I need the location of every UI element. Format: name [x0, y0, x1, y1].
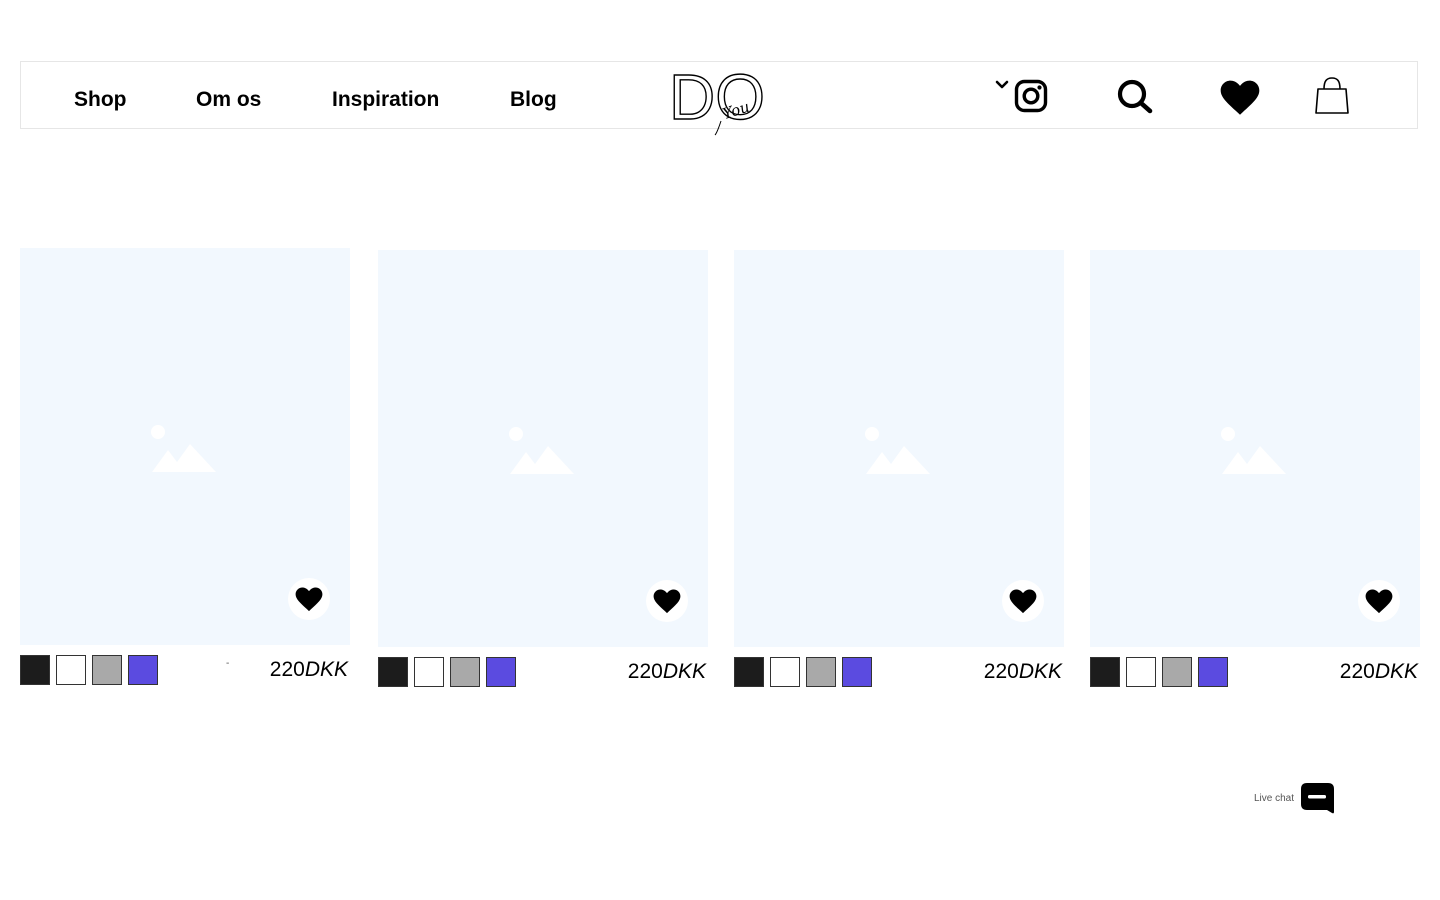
heart-icon [295, 586, 323, 611]
product-card[interactable]: 220DKK [1090, 250, 1420, 687]
price-amount: 220 [269, 658, 305, 681]
heart-icon [1009, 588, 1037, 613]
product-card[interactable]: 220DKK [378, 250, 708, 687]
image-placeholder-icon [151, 425, 216, 472]
swatch-black[interactable] [734, 657, 764, 687]
search-icon[interactable] [1116, 79, 1154, 115]
nav-blog[interactable]: Blog [510, 88, 557, 112]
heart-icon[interactable] [1220, 80, 1260, 116]
swatch-purple[interactable] [1198, 657, 1228, 687]
nav-inspiration[interactable]: Inspiration [332, 88, 439, 112]
color-swatches [1090, 657, 1228, 687]
instagram-icon[interactable] [1014, 79, 1048, 113]
swatch-white[interactable] [1126, 657, 1156, 687]
swatch-purple[interactable] [486, 657, 516, 687]
price-currency: DKK [1374, 660, 1418, 683]
swatch-white[interactable] [414, 657, 444, 687]
product-card[interactable]: 220DKK [734, 250, 1064, 687]
color-swatches [20, 655, 158, 685]
image-placeholder-icon [509, 427, 574, 474]
price-amount: 220 [983, 660, 1019, 683]
image-placeholder-icon [865, 427, 930, 474]
nav-shop[interactable]: Shop [74, 88, 127, 112]
product-image[interactable] [20, 248, 350, 645]
live-chat-button[interactable]: Live chat [1254, 782, 1336, 815]
swatch-white[interactable] [56, 655, 86, 685]
chat-bubble-icon [1301, 783, 1335, 814]
swatch-white[interactable] [770, 657, 800, 687]
price-currency: DKK [662, 660, 706, 683]
logo[interactable]: DO You [669, 61, 779, 139]
product-price: 220DKK [984, 660, 1062, 684]
price-currency: DKK [1018, 660, 1062, 683]
color-swatches [734, 657, 872, 687]
separator-mark: - [226, 658, 230, 669]
price-currency: DKK [304, 658, 348, 681]
swatch-black[interactable] [1090, 657, 1120, 687]
heart-icon [653, 588, 681, 613]
product-price: 220DKK [628, 660, 706, 684]
nav-om-os[interactable]: Om os [196, 88, 261, 112]
price-amount: 220 [1339, 660, 1375, 683]
live-chat-label: Live chat [1254, 793, 1295, 804]
price-amount: 220 [627, 660, 663, 683]
swatch-grey[interactable] [92, 655, 122, 685]
product-card[interactable]: - 220DKK [20, 248, 350, 685]
product-image[interactable] [378, 250, 708, 647]
heart-icon [1365, 588, 1393, 613]
chevron-down-icon[interactable] [994, 79, 1010, 91]
swatch-purple[interactable] [842, 657, 872, 687]
wishlist-button[interactable] [288, 578, 330, 620]
swatch-black[interactable] [20, 655, 50, 685]
swatch-grey[interactable] [806, 657, 836, 687]
shopping-bag-icon[interactable] [1313, 76, 1351, 116]
wishlist-button[interactable] [1002, 580, 1044, 622]
color-swatches [378, 657, 516, 687]
wishlist-button[interactable] [1358, 580, 1400, 622]
swatch-black[interactable] [378, 657, 408, 687]
swatch-grey[interactable] [1162, 657, 1192, 687]
logo-letters: DO [669, 61, 765, 133]
product-price: 220DKK [1340, 660, 1418, 684]
swatch-purple[interactable] [128, 655, 158, 685]
product-image[interactable] [734, 250, 1064, 647]
wishlist-button[interactable] [646, 580, 688, 622]
site-header: Shop Om os Inspiration Blog DO You [20, 61, 1418, 136]
image-placeholder-icon [1221, 427, 1286, 474]
product-image[interactable] [1090, 250, 1420, 647]
swatch-grey[interactable] [450, 657, 480, 687]
product-price: 220DKK [270, 658, 348, 682]
